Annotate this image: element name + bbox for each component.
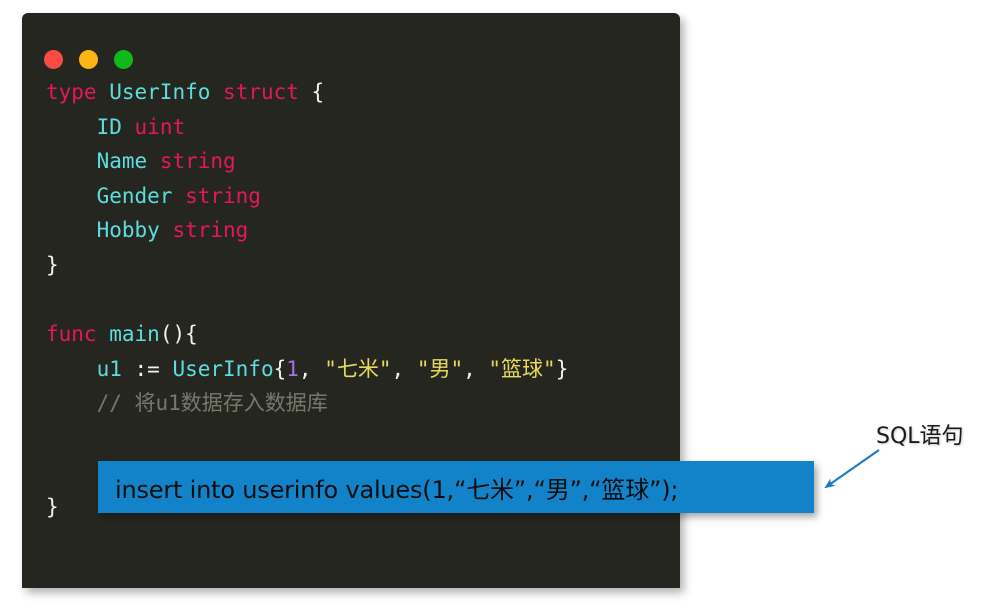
code-token-ident: Hobby [96,218,160,243]
code-line: func main(){ [22,317,680,352]
code-line: Hobby string [22,213,680,248]
code-token-punct: , [463,356,489,381]
code-token-kw: func [46,322,97,347]
code-token-ident: Name [96,149,148,174]
code-token-punct: := [121,356,173,381]
code-token-punct: } [555,356,569,381]
code-line: u1 := UserInfo{1, "七米", "男", "篮球"} [22,352,680,387]
code-token-kw: struct [223,80,299,104]
code-token-comment: // 将u1数据存入数据库 [96,391,328,416]
code-token-punct: { [273,356,287,381]
code-line: ID uint [22,110,680,145]
code-token-ident: Gender [96,183,173,208]
code-token-num: 1 [286,356,299,381]
code-token-punct: } [46,495,59,520]
code-token-ident: ID [96,114,122,139]
code-line: type UserInfo struct { [22,75,680,110]
code-token-punct: , [298,356,325,381]
sql-statement-text: insert into userinfo values(1,“七米”,“男”,“… [115,475,679,504]
code-token-punct: } [46,252,59,277]
annotation-label: SQL语句 [876,424,964,449]
code-line: Name string [22,144,680,179]
code-token-kw: type [46,80,97,104]
code-token-type: UserInfo [172,356,274,381]
code-line: } [22,248,680,283]
code-token-type: UserInfo [109,80,211,104]
code-token-kw: string [159,149,236,174]
code-token-punct: { [298,80,325,104]
code-editor-content: type UserInfo struct { ID uint Name stri… [22,75,680,525]
code-token-ident: u1 [96,356,122,381]
window-minimize-button[interactable] [79,50,98,69]
screenshot-canvas: type UserInfo struct { ID uint Name stri… [0,0,994,608]
code-token-kw: string [185,183,261,208]
code-token-punct: , [391,356,417,381]
code-token-str: "七米" [324,356,392,381]
code-line: Gender string [22,179,680,214]
window-titlebar [22,13,680,75]
code-token-str: "男" [416,356,464,381]
window-close-button[interactable] [44,50,63,69]
code-token-kw: string [172,218,249,243]
code-token-kw: uint [134,114,186,139]
window-maximize-button[interactable] [114,50,133,69]
code-token-str: "篮球" [488,356,556,381]
code-token-func: main [109,322,160,347]
sql-highlight-bar: insert into userinfo values(1,“七米”,“男”,“… [98,461,814,513]
code-line: // 将u1数据存入数据库 [22,386,680,421]
code-token-punct: (){ [159,322,198,347]
